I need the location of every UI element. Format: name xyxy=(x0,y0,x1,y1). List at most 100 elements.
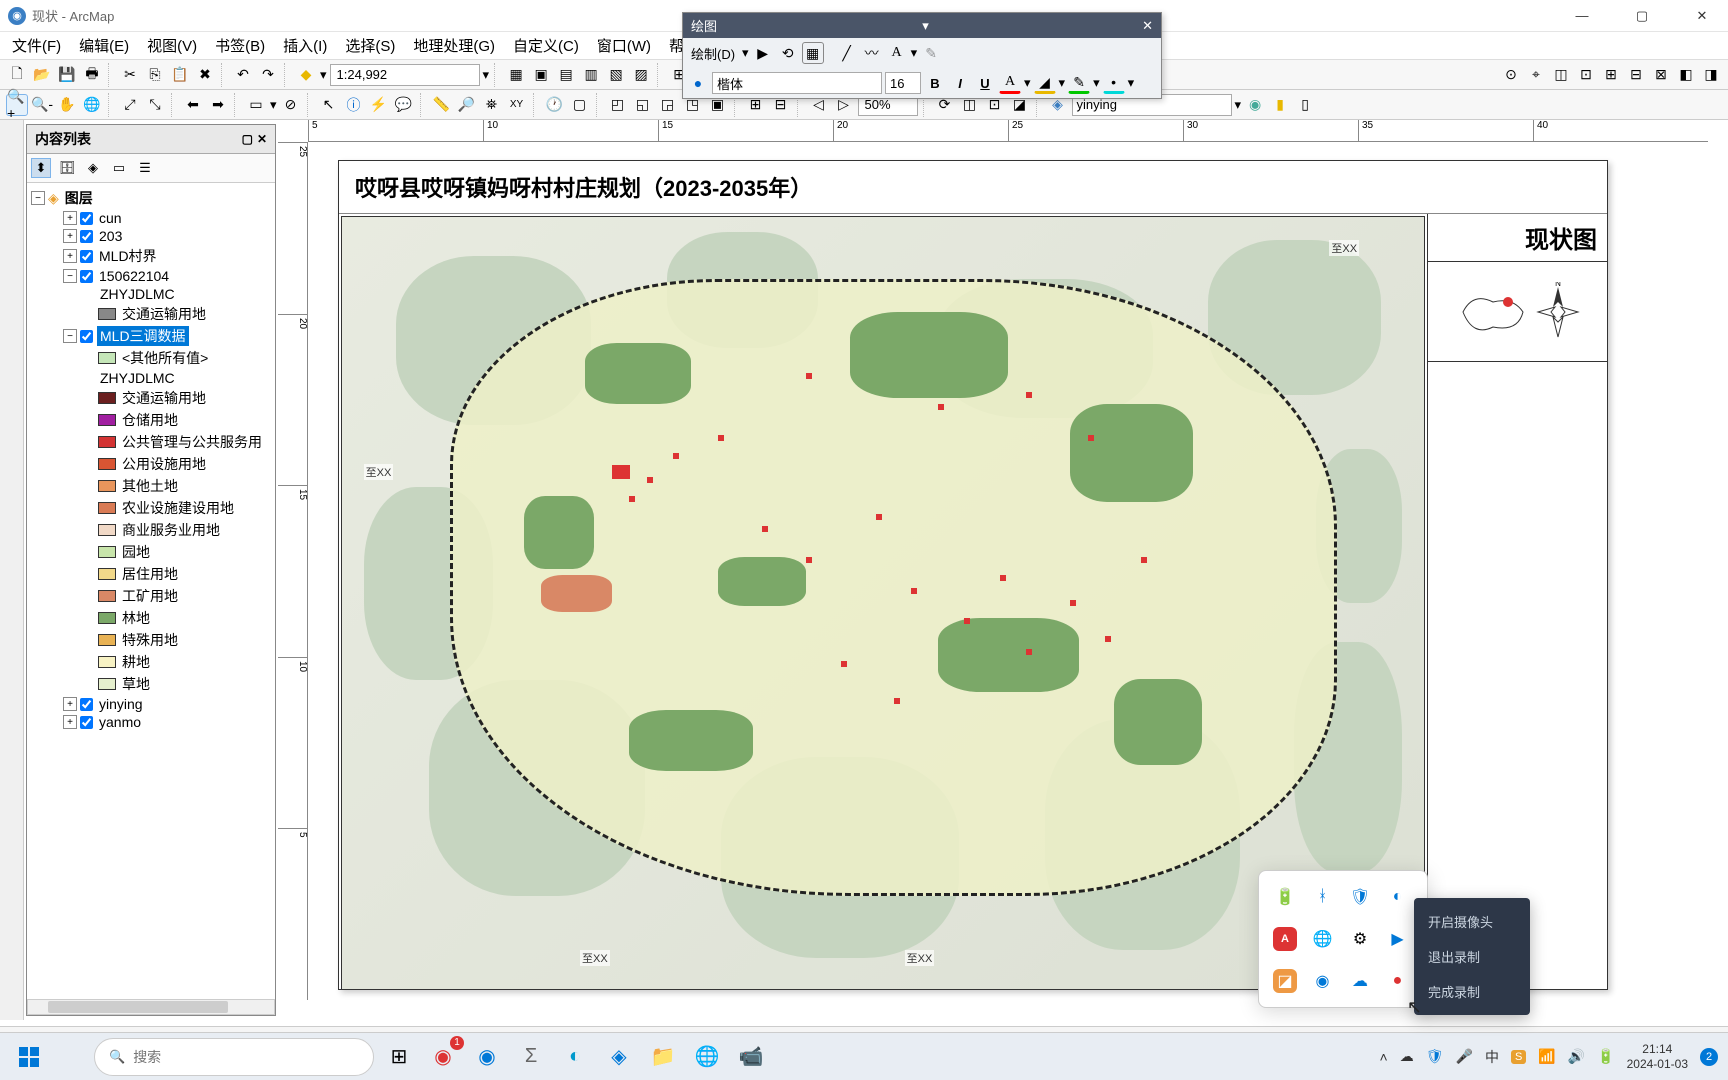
expand-icon[interactable]: + xyxy=(63,229,77,243)
goto-xy-icon[interactable]: XY xyxy=(506,94,528,116)
toc-scrollbar[interactable] xyxy=(27,999,275,1015)
tree-root[interactable]: − ◈ 图层 xyxy=(27,187,275,209)
layout-icon1[interactable]: ◰ xyxy=(607,94,629,116)
list-by-visibility-icon[interactable]: ◈ xyxy=(83,158,103,178)
tree-item[interactable]: <其他所有值> xyxy=(27,347,275,369)
tray-record-icon[interactable]: ● xyxy=(1386,969,1410,993)
record-context-menu[interactable]: 开启摄像头 退出录制 完成录制 xyxy=(1414,898,1530,1015)
tree-item[interactable]: 农业设施建设用地 xyxy=(27,497,275,519)
add-data-dropdown[interactable]: ▾ xyxy=(320,67,327,83)
catalog-icon[interactable]: ▤ xyxy=(555,64,577,86)
expand-icon[interactable]: − xyxy=(63,329,77,343)
layer-combo-dropdown[interactable]: ▾ xyxy=(1235,97,1242,113)
font-color-dropdown[interactable]: ▾ xyxy=(1024,75,1031,91)
python-icon[interactable]: ▧ xyxy=(605,64,627,86)
tree-item[interactable]: ZHYJDLMC xyxy=(27,285,275,303)
draw-panel[interactable]: 绘图 ▾ ✕ 绘制(D)▾ ▶ ⟲ ▦ ╱ 〰 A▾ ✎ ● B I U A▾ … xyxy=(682,12,1162,99)
tray-browser-icon[interactable]: 🌐 xyxy=(1311,927,1335,951)
scale-input[interactable] xyxy=(330,64,480,86)
menu-geoprocessing[interactable]: 地理处理(G) xyxy=(413,35,495,56)
collapse-icon[interactable]: − xyxy=(31,191,45,205)
tray-volume-icon[interactable]: 🔊 xyxy=(1568,1048,1585,1065)
menu-bookmark[interactable]: 书签(B) xyxy=(215,35,265,56)
tree-item[interactable]: 特殊用地 xyxy=(27,629,275,651)
tree-item[interactable]: 商业服务业用地 xyxy=(27,519,275,541)
layout-page[interactable]: 哎呀县哎呀镇妈呀村村庄规划（2023-2035年） xyxy=(338,160,1608,990)
menu-view[interactable]: 视图(V) xyxy=(147,35,197,56)
layout-icon2[interactable]: ◱ xyxy=(632,94,654,116)
snap3-icon[interactable]: ◫ xyxy=(1550,64,1572,86)
task-app2-icon[interactable]: Σ xyxy=(512,1038,550,1076)
task-folder-icon[interactable]: 📁 xyxy=(644,1038,682,1076)
tree-item[interactable]: −MLD三调数据 xyxy=(27,325,275,347)
draw-panel-title[interactable]: 绘图 ▾ ✕ xyxy=(683,13,1161,38)
snap5-icon[interactable]: ⊞ xyxy=(1600,64,1622,86)
fixed-zoom-out-icon[interactable]: ⤡ xyxy=(144,94,166,116)
menu-finish-record[interactable]: 完成录制 xyxy=(1414,974,1530,1009)
tree-item[interactable]: 公共管理与公共服务用 xyxy=(27,431,275,453)
layer-checkbox[interactable] xyxy=(80,330,93,343)
snap7-icon[interactable]: ⊠ xyxy=(1650,64,1672,86)
tray-app1-icon[interactable]: ◪ xyxy=(1273,969,1297,993)
tree-item[interactable]: 园地 xyxy=(27,541,275,563)
measure-icon[interactable]: 📏 xyxy=(431,94,453,116)
bold-button[interactable]: B xyxy=(924,72,946,94)
toc-title[interactable]: 内容列表 ▢ ✕ xyxy=(27,125,275,154)
delete-icon[interactable]: ✖ xyxy=(194,64,216,86)
layer-checkbox[interactable] xyxy=(80,230,93,243)
line-color-dropdown[interactable]: ▾ xyxy=(1093,75,1100,91)
tray-chevron-icon[interactable]: ˄ xyxy=(1380,1049,1388,1065)
layer-checkbox[interactable] xyxy=(80,212,93,225)
system-tray-popup[interactable]: 🔋 ᚼ 🛡 ◐ A 🌐 ⚙ ▶ ◪ ◉ ☁ ● xyxy=(1258,870,1428,1008)
minimize-button[interactable]: — xyxy=(1564,8,1600,24)
tray-wifi-icon[interactable]: 📶 xyxy=(1538,1048,1555,1065)
time-slider-icon[interactable]: 🕐 xyxy=(544,94,566,116)
menu-exit-record[interactable]: 退出录制 xyxy=(1414,939,1530,974)
tree-item[interactable]: +cun xyxy=(27,209,275,227)
redo-icon[interactable]: ↷ xyxy=(257,64,279,86)
taskbar-clock[interactable]: 21:14 2024-01-03 xyxy=(1627,1042,1688,1071)
tree-item[interactable]: 交通运输用地 xyxy=(27,303,275,325)
list-by-selection-icon[interactable]: ▭ xyxy=(109,158,129,178)
polyline-tool-icon[interactable]: 〰 xyxy=(861,42,883,64)
font-glyph-icon[interactable]: ● xyxy=(687,72,709,94)
save-icon[interactable]: 💾 xyxy=(56,64,78,86)
tray-onedrive-icon[interactable]: ☁ xyxy=(1348,969,1372,993)
tree-item[interactable]: +yanmo xyxy=(27,713,275,731)
draw-panel-close-icon[interactable]: ✕ xyxy=(1142,18,1153,34)
expand-icon[interactable]: + xyxy=(63,715,77,729)
tray-settings-icon[interactable]: ⚙ xyxy=(1348,927,1372,951)
pointer-icon[interactable]: ↖ xyxy=(318,94,340,116)
open-icon[interactable]: 📂 xyxy=(31,64,53,86)
layer-checkbox[interactable] xyxy=(80,270,93,283)
html-popup-icon[interactable]: 💬 xyxy=(393,94,415,116)
snap8-icon[interactable]: ◧ xyxy=(1675,64,1697,86)
zoom-out-icon[interactable]: 🔍- xyxy=(31,94,53,116)
paste-icon[interactable]: 📋 xyxy=(169,64,191,86)
tree-item[interactable]: +MLD村界 xyxy=(27,245,275,267)
pan-icon[interactable]: ✋ xyxy=(56,94,78,116)
create-viewer-icon[interactable]: ▢ xyxy=(569,94,591,116)
tree-item[interactable]: 交通运输用地 xyxy=(27,387,275,409)
text-tool-dropdown[interactable]: ▾ xyxy=(911,45,918,61)
edit-vertices-icon[interactable]: ✎ xyxy=(920,42,942,64)
prev-extent-icon[interactable]: ⬅ xyxy=(182,94,204,116)
tray-mic-icon[interactable]: 🎤 xyxy=(1456,1048,1473,1065)
tree-item[interactable]: 林地 xyxy=(27,607,275,629)
start-button[interactable] xyxy=(10,1038,48,1076)
list-by-source-icon[interactable]: 🗄 xyxy=(57,158,77,178)
rotate-tool-icon[interactable]: ⟲ xyxy=(777,42,799,64)
tray-ime2-icon[interactable]: S xyxy=(1511,1050,1526,1064)
toc-close-icon[interactable]: ✕ xyxy=(257,132,267,146)
tree-item[interactable]: 公用设施用地 xyxy=(27,453,275,475)
scale-tool-icon[interactable]: ▦ xyxy=(802,42,824,64)
marker-color-dropdown[interactable]: ▾ xyxy=(1128,75,1135,91)
font-size-input[interactable] xyxy=(885,72,921,94)
tray-media-icon[interactable]: ▶ xyxy=(1386,927,1410,951)
toc-detach-icon[interactable]: ▢ xyxy=(242,132,253,146)
tree-item[interactable]: +203 xyxy=(27,227,275,245)
menu-open-camera[interactable]: 开启摄像头 xyxy=(1414,904,1530,939)
hyperlink-icon[interactable]: ⚡ xyxy=(368,94,390,116)
select-dropdown[interactable]: ▾ xyxy=(270,97,277,113)
snap9-icon[interactable]: ◨ xyxy=(1700,64,1722,86)
